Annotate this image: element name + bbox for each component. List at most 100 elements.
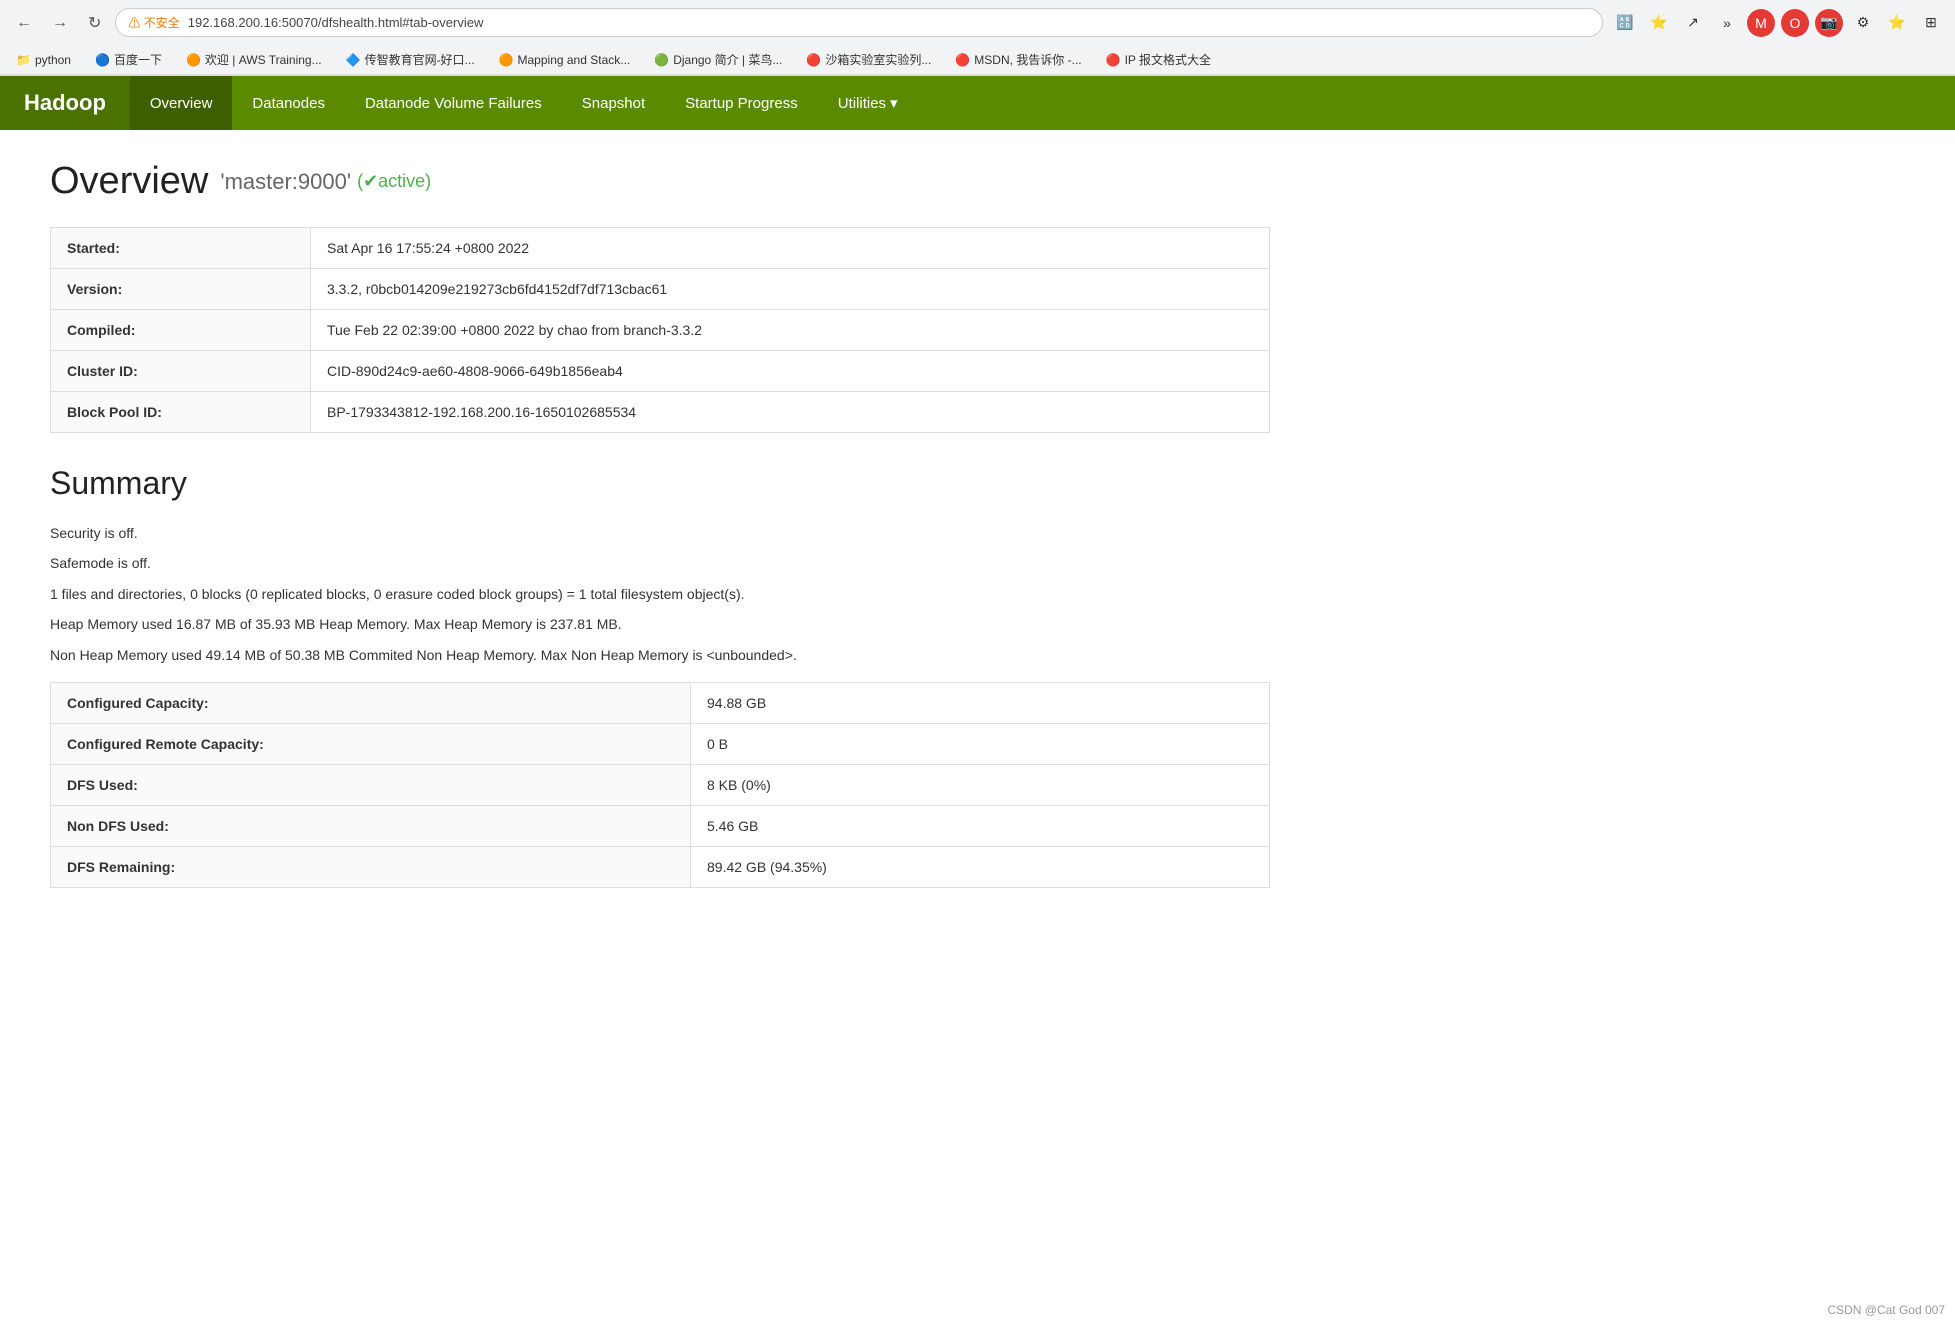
- bookmark-django-label: Django 简介 | 菜鸟...: [673, 51, 782, 68]
- non-heap-memory-info: Non Heap Memory used 49.14 MB of 50.38 M…: [50, 644, 1270, 666]
- utilities-label: Utilities: [838, 95, 886, 112]
- bookmark-django[interactable]: 🟢 Django 简介 | 菜鸟...: [648, 49, 788, 70]
- table-row: Non DFS Used: 5.46 GB: [51, 805, 1270, 846]
- browser-icon-6[interactable]: O: [1781, 9, 1809, 37]
- overview-section: Overview 'master:9000' (✔active) Started…: [50, 160, 1270, 433]
- configured-remote-capacity-label: Configured Remote Capacity:: [51, 723, 691, 764]
- browser-icon-1[interactable]: 🔠: [1611, 9, 1639, 37]
- table-row: Started: Sat Apr 16 17:55:24 +0800 2022: [51, 228, 1270, 269]
- bookmark-ip-label: IP 报文格式大全: [1125, 51, 1211, 68]
- configured-remote-capacity-value: 0 B: [691, 723, 1270, 764]
- bookmark-chuanzhi[interactable]: 🔷 传智教育官网-好口...: [340, 49, 481, 70]
- table-row: Configured Capacity: 94.88 GB: [51, 682, 1270, 723]
- bookmark-msdn-label: MSDN, 我告诉你 -...: [974, 51, 1081, 68]
- hadoop-brand: Hadoop: [0, 76, 130, 130]
- back-button[interactable]: ←: [10, 10, 38, 36]
- block-pool-id-value: BP-1793343812-192.168.200.16-16501026855…: [311, 392, 1270, 433]
- dfs-remaining-label: DFS Remaining:: [51, 846, 691, 887]
- table-row: DFS Used: 8 KB (0%): [51, 764, 1270, 805]
- started-value: Sat Apr 16 17:55:24 +0800 2022: [311, 228, 1270, 269]
- address-bar[interactable]: ⚠ 不安全 192.168.200.16:50070/dfshealth.htm…: [115, 8, 1603, 37]
- watermark: CSDN @Cat God 007: [1827, 1303, 1945, 1317]
- browser-icons: 🔠 ⭐ ↗ » M O 📷 ⚙ ⭐ ⊞: [1611, 9, 1945, 37]
- nav-snapshot[interactable]: Snapshot: [562, 76, 665, 130]
- files-blocks-info: 1 files and directories, 0 blocks (0 rep…: [50, 583, 1270, 605]
- page-title: Overview 'master:9000' (✔active): [50, 160, 1270, 203]
- browser-chrome: ← → ↻ ⚠ 不安全 192.168.200.16:50070/dfsheal…: [0, 0, 1955, 76]
- browser-toolbar: ← → ↻ ⚠ 不安全 192.168.200.16:50070/dfsheal…: [0, 0, 1955, 45]
- address-text: 192.168.200.16:50070/dfshealth.html#tab-…: [188, 15, 1590, 30]
- started-label: Started:: [51, 228, 311, 269]
- compiled-value: Tue Feb 22 02:39:00 +0800 2022 by chao f…: [311, 310, 1270, 351]
- table-row: Configured Remote Capacity: 0 B: [51, 723, 1270, 764]
- bookmark-aws[interactable]: 🟠 欢迎 | AWS Training...: [180, 49, 328, 70]
- bookmark-mapping-label: Mapping and Stack...: [518, 53, 631, 67]
- bookmark-baidu[interactable]: 🔵 百度一下: [89, 49, 168, 70]
- nav-startup-progress[interactable]: Startup Progress: [665, 76, 818, 130]
- non-dfs-used-label: Non DFS Used:: [51, 805, 691, 846]
- bookmark-django-icon: 🟢: [654, 53, 669, 67]
- bookmark-python-label: python: [35, 53, 71, 67]
- browser-icon-4[interactable]: »: [1713, 9, 1741, 37]
- hadoop-navbar: Hadoop Overview Datanodes Datanode Volum…: [0, 76, 1955, 130]
- configured-capacity-value: 94.88 GB: [691, 682, 1270, 723]
- utilities-dropdown: Utilities ▾: [838, 94, 898, 112]
- version-label: Version:: [51, 269, 311, 310]
- block-pool-id-label: Block Pool ID:: [51, 392, 311, 433]
- bookmarks-bar: 📁 python 🔵 百度一下 🟠 欢迎 | AWS Training... 🔷…: [0, 45, 1955, 75]
- browser-icon-9[interactable]: ⭐: [1883, 9, 1911, 37]
- version-value: 3.3.2, r0bcb014209e219273cb6fd4152df7df7…: [311, 269, 1270, 310]
- dfs-used-value: 8 KB (0%): [691, 764, 1270, 805]
- bookmark-aws-icon: 🟠: [186, 53, 201, 67]
- browser-icon-3[interactable]: ↗: [1679, 9, 1707, 37]
- nav-overview[interactable]: Overview: [130, 76, 233, 130]
- dfs-used-label: DFS Used:: [51, 764, 691, 805]
- bookmark-chuanzhi-icon: 🔷: [346, 53, 361, 67]
- summary-table: Configured Capacity: 94.88 GB Configured…: [50, 682, 1270, 888]
- master-host: 'master:9000': [220, 169, 351, 195]
- cluster-id-label: Cluster ID:: [51, 351, 311, 392]
- overview-title: Overview: [50, 160, 208, 203]
- nav-utilities[interactable]: Utilities ▾: [818, 76, 918, 130]
- bookmark-chuanzhi-label: 传智教育官网-好口...: [365, 51, 475, 68]
- bookmark-baidu-label: 百度一下: [114, 51, 162, 68]
- forward-button[interactable]: →: [46, 10, 74, 36]
- table-row: DFS Remaining: 89.42 GB (94.35%): [51, 846, 1270, 887]
- safemode-status: Safemode is off.: [50, 552, 1270, 574]
- bookmark-sandbox-label: 沙箱实验室实验列...: [825, 51, 931, 68]
- utilities-chevron-icon: ▾: [890, 94, 898, 112]
- overview-subtitle: 'master:9000' (✔active): [220, 169, 431, 195]
- nav-datanode-volume-failures[interactable]: Datanode Volume Failures: [345, 76, 562, 130]
- browser-icon-5[interactable]: M: [1747, 9, 1775, 37]
- bookmark-mapping[interactable]: 🟠 Mapping and Stack...: [493, 51, 637, 69]
- browser-icon-2[interactable]: ⭐: [1645, 9, 1673, 37]
- nav-datanodes[interactable]: Datanodes: [232, 76, 345, 130]
- bookmark-sandbox[interactable]: 🔴 沙箱实验室实验列...: [800, 49, 937, 70]
- reload-button[interactable]: ↻: [82, 9, 107, 37]
- browser-icon-7[interactable]: 📷: [1815, 9, 1843, 37]
- bookmark-msdn[interactable]: 🔴 MSDN, 我告诉你 -...: [949, 49, 1087, 70]
- cluster-id-value: CID-890d24c9-ae60-4808-9066-649b1856eab4: [311, 351, 1270, 392]
- security-status: Security is off.: [50, 522, 1270, 544]
- bookmark-ip-icon: 🔴: [1106, 53, 1121, 67]
- active-status: (✔active): [357, 171, 431, 192]
- table-row: Block Pool ID: BP-1793343812-192.168.200…: [51, 392, 1270, 433]
- table-row: Cluster ID: CID-890d24c9-ae60-4808-9066-…: [51, 351, 1270, 392]
- browser-icon-8[interactable]: ⚙: [1849, 9, 1877, 37]
- bookmark-python[interactable]: 📁 python: [10, 51, 77, 69]
- main-content: Overview 'master:9000' (✔active) Started…: [0, 130, 1320, 918]
- bookmark-ip[interactable]: 🔴 IP 报文格式大全: [1100, 49, 1217, 70]
- heap-memory-info: Heap Memory used 16.87 MB of 35.93 MB He…: [50, 613, 1270, 635]
- security-warning: ⚠ 不安全: [128, 14, 179, 31]
- summary-section: Summary Security is off. Safemode is off…: [50, 465, 1270, 888]
- bookmark-msdn-icon: 🔴: [955, 53, 970, 67]
- compiled-label: Compiled:: [51, 310, 311, 351]
- browser-icon-10[interactable]: ⊞: [1917, 9, 1945, 37]
- summary-title: Summary: [50, 465, 1270, 502]
- bookmark-mapping-icon: 🟠: [499, 53, 514, 67]
- table-row: Compiled: Tue Feb 22 02:39:00 +0800 2022…: [51, 310, 1270, 351]
- bookmark-baidu-icon: 🔵: [95, 53, 110, 67]
- bookmark-python-icon: 📁: [16, 53, 31, 67]
- table-row: Version: 3.3.2, r0bcb014209e219273cb6fd4…: [51, 269, 1270, 310]
- bookmark-aws-label: 欢迎 | AWS Training...: [205, 51, 322, 68]
